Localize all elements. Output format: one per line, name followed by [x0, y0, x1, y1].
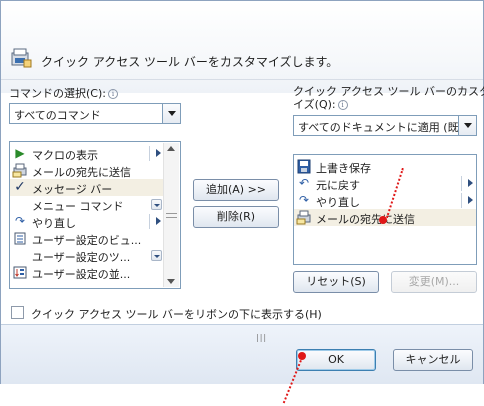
list-item[interactable]: ▶ マクロの表示: [10, 145, 164, 162]
list-item[interactable]: ユーザー設定の並...: [10, 264, 164, 281]
cancel-button[interactable]: キャンセル: [393, 349, 473, 371]
scroll-down-icon[interactable]: [167, 279, 175, 284]
available-commands-list[interactable]: ▶ マクロの表示 メールの宛先に送信 ✓ メッセージ バー メニュー コマンド …: [9, 141, 181, 289]
list-item[interactable]: ↶ 元に戻す: [294, 175, 476, 192]
chevron-right-icon: [156, 149, 161, 157]
customize-toolbar-text-2: イズ(Q):: [293, 98, 336, 111]
chevron-right-icon: [468, 196, 473, 204]
info-icon: i: [107, 89, 118, 99]
remove-button[interactable]: 削除(R): [193, 206, 279, 228]
custom-view-icon: [14, 232, 26, 245]
document-scope-combo[interactable]: すべてのドキュメントに適用 (既...: [293, 115, 477, 136]
list-item[interactable]: ↷ やり直し: [10, 213, 164, 230]
choose-commands-combo[interactable]: すべてのコマンド: [9, 103, 181, 124]
dropdown-icon: [151, 199, 162, 210]
customize-toolbar-text-1: クイック アクセス ツール バーのカスタマ: [293, 85, 484, 98]
list-item[interactable]: ↷ やり直し: [294, 192, 476, 209]
chevron-down-icon[interactable]: [458, 116, 476, 135]
custom-sort-icon: [13, 266, 27, 279]
annotation-dot-top: [379, 216, 387, 224]
list-item[interactable]: メールの宛先に送信: [10, 162, 164, 179]
toolbar-commands-list[interactable]: 上書き保存 ↶ 元に戻す ↷ やり直し メールの宛先に送信: [293, 154, 477, 265]
mail-printer-icon: [12, 163, 27, 178]
chevron-down-icon[interactable]: [162, 104, 180, 123]
undo-icon: ↶: [298, 176, 310, 190]
list-item[interactable]: 上書き保存: [294, 158, 476, 175]
customize-toolbar-icon: [11, 48, 32, 68]
save-icon: [297, 159, 311, 174]
chevron-right-icon: [468, 179, 473, 187]
resize-grip-icon: |||: [256, 333, 268, 342]
mail-printer-icon: [296, 210, 311, 225]
info-icon: i: [337, 100, 348, 110]
dialog-header: クイック アクセス ツール バーをカスタマイズします。: [1, 1, 483, 93]
redo-icon: ↷: [14, 214, 26, 228]
customize-toolbar-label: クイック アクセス ツール バーのカスタマ イズ(Q): i: [293, 85, 484, 111]
reset-button[interactable]: リセット(S): [293, 271, 379, 293]
dialog-title: クイック アクセス ツール バーをカスタマイズします。: [41, 55, 339, 69]
chevron-right-icon: [156, 217, 161, 225]
dropdown-icon: [151, 250, 162, 261]
ok-button[interactable]: OK: [296, 349, 376, 371]
scroll-thumb[interactable]: [166, 213, 177, 218]
scroll-up-icon[interactable]: [167, 146, 175, 151]
redo-icon: ↷: [298, 193, 310, 207]
list-item[interactable]: ユーザー設定のツ...: [10, 247, 164, 264]
modify-button[interactable]: 変更(M)...: [391, 271, 477, 293]
vertical-scrollbar[interactable]: [163, 143, 179, 287]
list-item[interactable]: ✓ メッセージ バー: [10, 179, 164, 196]
choose-commands-text: コマンドの選択(C):: [9, 87, 106, 100]
play-icon: ▶: [15, 146, 25, 160]
document-scope-value: すべてのドキュメントに適用 (既...: [298, 121, 470, 134]
add-button[interactable]: 追加(A) >>: [193, 179, 279, 201]
list-item[interactable]: ユーザー設定のビュ...: [10, 230, 164, 247]
show-below-ribbon-checkbox[interactable]: [11, 306, 24, 319]
choose-commands-value: すべてのコマンド: [14, 109, 101, 122]
list-item[interactable]: メニュー コマンド: [10, 196, 164, 213]
customize-dialog: クイック アクセス ツール バーをカスタマイズします。 コマンドの選択(C): i…: [0, 0, 484, 384]
checkmark-icon: ✓: [14, 179, 26, 195]
show-below-ribbon-label: クイック アクセス ツール バーをリボンの下に表示する(H): [31, 308, 322, 321]
choose-commands-label: コマンドの選択(C): i: [9, 85, 118, 101]
header-divider: [1, 79, 483, 80]
